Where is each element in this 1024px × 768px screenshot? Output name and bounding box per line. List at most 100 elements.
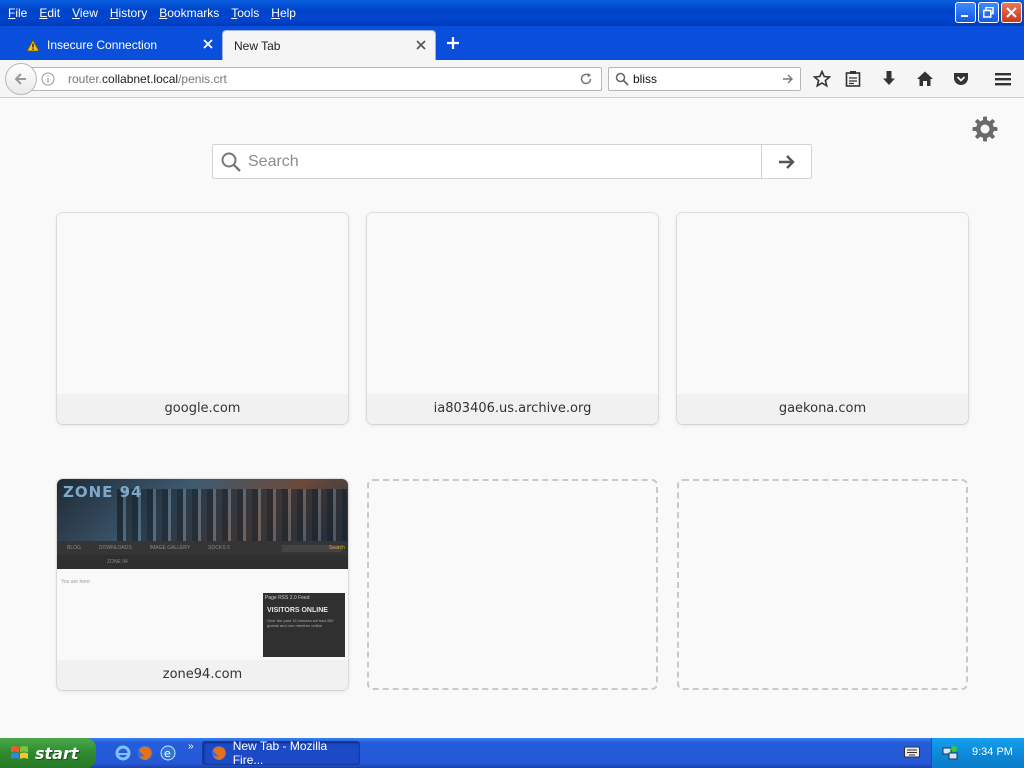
gear-icon[interactable] xyxy=(971,115,999,143)
tile-title: gaekona.com xyxy=(677,394,968,424)
menu-bookmarks[interactable]: Bookmarks xyxy=(153,0,225,26)
search-submit-button[interactable] xyxy=(761,145,811,178)
clipboard-icon xyxy=(845,71,861,87)
system-tray: 9:34 PM xyxy=(931,738,1024,768)
url-subdomain: router. xyxy=(68,72,103,86)
search-icon xyxy=(615,72,629,86)
zone94-subnav-item: ZONE 94 xyxy=(107,559,128,565)
arrow-right-icon xyxy=(778,154,795,169)
url-text: router.collabnet.local/penis.crt xyxy=(68,72,227,86)
window-controls xyxy=(955,2,1022,23)
start-label: start xyxy=(35,743,79,763)
menu-history-rest: istory xyxy=(118,6,148,20)
home-button[interactable] xyxy=(916,70,934,88)
menu-history[interactable]: History xyxy=(104,0,153,26)
tab-close-icon[interactable] xyxy=(415,39,427,51)
tile-thumbnail xyxy=(57,213,348,394)
empty-tile-placeholder xyxy=(367,479,658,690)
menu-file-rest: ile xyxy=(15,6,28,20)
zone94-breadcrumb: You are here: xyxy=(61,579,91,585)
close-icon xyxy=(1006,7,1017,18)
firefox-icon[interactable] xyxy=(136,744,154,762)
url-bar[interactable]: router.collabnet.local/penis.crt xyxy=(30,67,602,91)
zone94-visitors-title: VISITORS ONLINE xyxy=(267,607,328,614)
restore-button[interactable] xyxy=(978,2,999,23)
menu-bookmarks-rest: ookmarks xyxy=(167,6,220,20)
firefox-icon xyxy=(212,746,226,760)
windows-logo-icon xyxy=(11,746,28,759)
top-site-tile[interactable]: ZONE 94 BLOG DOWNLOADS IMAGE GALLERY SOC… xyxy=(57,479,348,690)
zone94-nav-item: IMAGE GALLERY xyxy=(149,545,191,551)
star-icon xyxy=(813,70,831,88)
top-site-tile[interactable]: gaekona.com xyxy=(677,213,968,424)
menu-edit-rest: dit xyxy=(47,6,61,20)
zone94-search-button: Search xyxy=(329,545,345,551)
window-titlebar: File Edit View History Bookmarks Tools H… xyxy=(0,0,1024,26)
menu-edit[interactable]: Edit xyxy=(33,0,66,26)
top-site-tile[interactable]: google.com xyxy=(57,213,348,424)
menu-help-accel: H xyxy=(271,6,280,20)
tab-new-tab[interactable]: New Tab xyxy=(222,30,436,60)
tile-title: google.com xyxy=(57,394,348,424)
menu-tools[interactable]: Tools xyxy=(225,0,265,26)
warning-icon xyxy=(26,38,40,51)
tile-title: ia803406.us.archive.org xyxy=(367,394,658,424)
start-button[interactable]: start xyxy=(0,738,96,768)
menu-tools-rest: ools xyxy=(237,6,260,20)
minimize-icon xyxy=(961,15,968,17)
hamburger-menu-button[interactable] xyxy=(994,70,1012,88)
reload-icon[interactable] xyxy=(579,72,593,86)
search-go-arrow-icon[interactable] xyxy=(782,73,794,85)
taskbar: start e » New Tab - Mozilla Fire... 9:34… xyxy=(0,738,1024,768)
zone94-nav-item: DOWNLOADS xyxy=(98,545,132,551)
svg-text:e: e xyxy=(164,747,171,760)
zone94-rss: Page RSS 2.0 Feed xyxy=(265,595,310,601)
menu-bar: File Edit View History Bookmarks Tools H… xyxy=(0,0,302,26)
zone94-sidebar: Page RSS 2.0 Feed VISITORS ONLINE Over t… xyxy=(263,593,345,657)
keyboard-icon[interactable] xyxy=(904,745,920,759)
zone94-visitors-text: Over the past 15 minutes we had 459 gues… xyxy=(267,618,334,628)
zone94-logo: ZONE 94 xyxy=(63,483,143,501)
pocket-button[interactable] xyxy=(952,70,970,88)
downloads-button[interactable] xyxy=(880,70,898,88)
quicklaunch-overflow-chevron-icon[interactable]: » xyxy=(188,741,194,752)
zone94-nav-item: BLOG xyxy=(67,545,81,551)
empty-tile-placeholder xyxy=(677,479,968,690)
menu-help[interactable]: Help xyxy=(265,0,302,26)
download-arrow-icon xyxy=(883,71,895,85)
close-window-button[interactable] xyxy=(1001,2,1022,23)
back-arrow-icon xyxy=(14,73,26,85)
info-icon[interactable] xyxy=(41,72,55,86)
internet-explorer-icon[interactable] xyxy=(114,744,132,762)
restore-icon xyxy=(983,7,994,18)
menu-file[interactable]: File xyxy=(2,0,33,26)
pocket-icon xyxy=(954,73,968,85)
top-site-tile[interactable]: ia803406.us.archive.org xyxy=(367,213,658,424)
menu-history-accel: H xyxy=(109,6,119,20)
menu-view[interactable]: View xyxy=(66,0,104,26)
bookmarks-menu-button[interactable] xyxy=(844,70,862,88)
url-path: /penis.crt xyxy=(178,72,227,86)
tab-insecure-connection[interactable]: Insecure Connection xyxy=(8,30,222,60)
zone94-city-image xyxy=(117,489,347,541)
newtab-search-box[interactable]: Search xyxy=(212,144,812,179)
new-tab-plus-icon[interactable] xyxy=(445,35,461,51)
bookmark-star-button[interactable] xyxy=(813,70,831,88)
menu-icon xyxy=(995,73,1011,86)
minimize-button[interactable] xyxy=(955,2,976,23)
navigation-toolbar: router.collabnet.local/penis.crt bliss xyxy=(0,60,1024,98)
tile-title: zone94.com xyxy=(57,660,348,690)
home-icon xyxy=(917,71,933,86)
url-host: collabnet.local xyxy=(102,72,179,86)
back-button[interactable] xyxy=(5,63,37,95)
browser-quicklaunch-icon[interactable]: e xyxy=(159,744,177,762)
tile-thumbnail: ZONE 94 BLOG DOWNLOADS IMAGE GALLERY SOC… xyxy=(57,479,348,660)
search-bar-value: bliss xyxy=(633,72,658,86)
search-placeholder: Search xyxy=(248,153,299,170)
tab-close-icon[interactable] xyxy=(202,38,214,50)
tab-label: New Tab xyxy=(234,38,281,53)
taskbar-window-button[interactable]: New Tab - Mozilla Fire... xyxy=(202,739,360,767)
search-bar[interactable]: bliss xyxy=(608,67,801,91)
tab-label: Insecure Connection xyxy=(47,38,158,52)
network-icon[interactable] xyxy=(942,745,958,761)
